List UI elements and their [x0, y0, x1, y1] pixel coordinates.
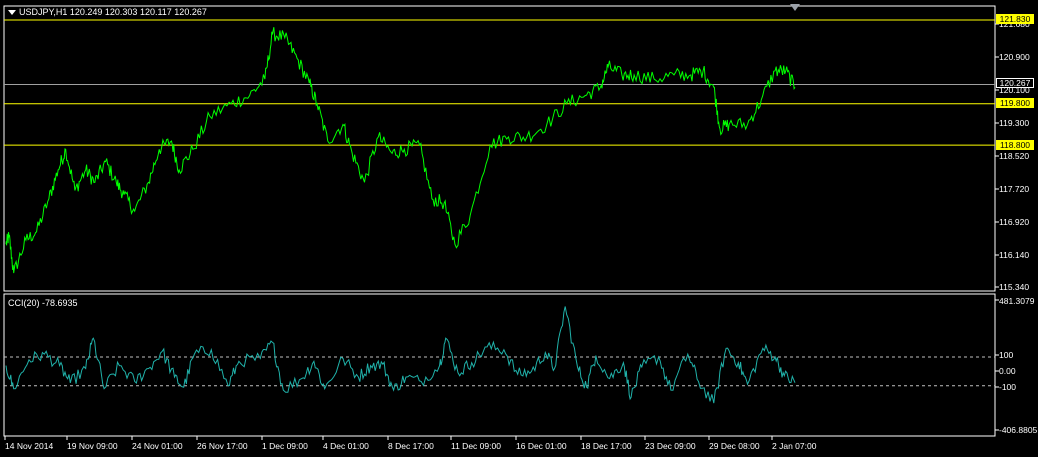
cci-axis-label: 0.00 [999, 366, 1016, 376]
hline-price-tag[interactable]: 121.830 [996, 14, 1034, 24]
date-label: 24 Nov 01:00 [132, 441, 183, 451]
price-axis-label: 117.720 [999, 184, 1030, 194]
price-axis-label: 115.340 [999, 282, 1030, 292]
price-axis-label: 120.900 [999, 52, 1030, 62]
cci-axis-label: -406.8805 [999, 425, 1038, 435]
date-label: 4 Dec 01:00 [323, 441, 369, 451]
symbol-label: USDJPY,H1 [19, 7, 68, 17]
price-pane-title: USDJPY,H1 120.249 120.303 120.117 120.26… [19, 7, 207, 17]
current-price-tag: 120.267 [996, 78, 1034, 88]
cci-series-line [5, 306, 796, 404]
date-label: 2 Jan 07:00 [772, 441, 817, 451]
hline-price-tag[interactable]: 119.800 [996, 98, 1034, 108]
chart-canvas[interactable] [0, 0, 1038, 457]
axis-ticks [4, 23, 999, 440]
price-series-line [5, 27, 796, 274]
date-label: 14 Nov 2014 [5, 441, 54, 451]
cci-axis-label: 100 [999, 350, 1014, 360]
date-label: 16 Dec 01:00 [516, 441, 567, 451]
date-label: 18 Dec 17:00 [581, 441, 632, 451]
ohlc-readout: 120.249 120.303 120.117 120.267 [69, 7, 207, 17]
date-label: 8 Dec 17:00 [388, 441, 434, 451]
price-axis-label: 116.140 [999, 250, 1030, 260]
cci-level-lines [4, 356, 995, 387]
date-label: 23 Dec 09:00 [645, 441, 696, 451]
date-label: 19 Nov 09:00 [67, 441, 118, 451]
chart-shift-marker-icon[interactable] [790, 4, 800, 11]
horizontal-lines[interactable] [4, 19, 995, 146]
price-axis-label: 118.520 [999, 151, 1030, 161]
price-axis-label: 119.300 [999, 118, 1030, 128]
indicator-pane-title: CCI(20) -78.6935 [8, 298, 78, 308]
date-label: 26 Nov 17:00 [197, 441, 248, 451]
cci-axis-label: 481.3079 [999, 296, 1035, 306]
date-label: 1 Dec 09:00 [262, 441, 308, 451]
date-label: 29 Dec 08:00 [709, 441, 760, 451]
hline-price-tag[interactable]: 118.800 [996, 140, 1034, 150]
price-pane-frame [3, 5, 996, 292]
cci-axis-label: -100 [999, 382, 1017, 392]
dropdown-triangle-icon[interactable] [8, 10, 16, 15]
price-axis-label: 116.920 [999, 217, 1030, 227]
date-label: 11 Dec 09:00 [451, 441, 501, 451]
